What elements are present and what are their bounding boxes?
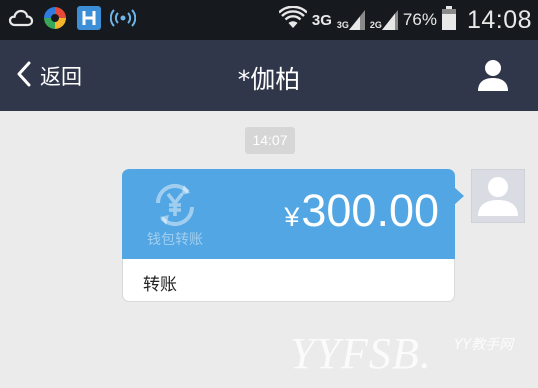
wifi-icon: [278, 5, 308, 34]
transfer-label: 转账: [143, 275, 177, 295]
battery-percent: 76%: [402, 10, 437, 29]
transfer-message-bubble[interactable]: 钱包转账 ¥ 300.00 转账: [122, 169, 464, 302]
signal-label: 2G: [369, 20, 382, 30]
status-clock: 14:08: [466, 5, 532, 34]
transfer-amount: ¥ 300.00: [284, 185, 439, 237]
yuan-transfer-icon: [155, 183, 195, 227]
notification-icons: [8, 5, 137, 35]
cloud-icon: [8, 7, 34, 33]
transfer-card-header: 钱包转账 ¥ 300.00: [122, 169, 455, 259]
watermark: YYFSB.: [290, 329, 432, 378]
transfer-card-footer: 转账: [122, 259, 455, 302]
signal-strength-3g: 3G: [337, 10, 365, 30]
signal-label: 3G: [336, 20, 349, 30]
wallet-logo-text: 钱包转账: [147, 232, 203, 248]
status-bar: 3G 3G 2G 76% 14:08: [0, 0, 538, 40]
wallet-transfer-logo: 钱包转账: [140, 179, 210, 251]
message-timestamp: 14:07: [245, 127, 295, 154]
contact-profile-button[interactable]: [476, 58, 510, 92]
currency-symbol: ¥: [284, 202, 300, 232]
signal-bars-icon: [381, 10, 398, 30]
network-type-label: 3G: [311, 11, 332, 29]
browser-app-icon: [42, 5, 68, 35]
amount-value: 300.00: [301, 185, 439, 236]
watermark-sub: YY教手网: [454, 337, 514, 353]
default-avatar-icon: [478, 177, 518, 216]
person-icon: [478, 60, 508, 91]
page-title: *伽柏: [237, 65, 301, 94]
hotspot-icon: [109, 6, 137, 34]
battery-icon: [441, 6, 456, 34]
bubble-tail: [454, 187, 464, 205]
system-status-icons: 3G 3G 2G 76% 14:08: [278, 4, 532, 36]
signal-bars-icon: [348, 10, 365, 30]
signal-strength-2g: 2G: [370, 10, 398, 30]
chat-header: 返回 *伽柏: [0, 40, 538, 111]
h-app-icon: [76, 5, 102, 35]
avatar[interactable]: [471, 169, 525, 223]
